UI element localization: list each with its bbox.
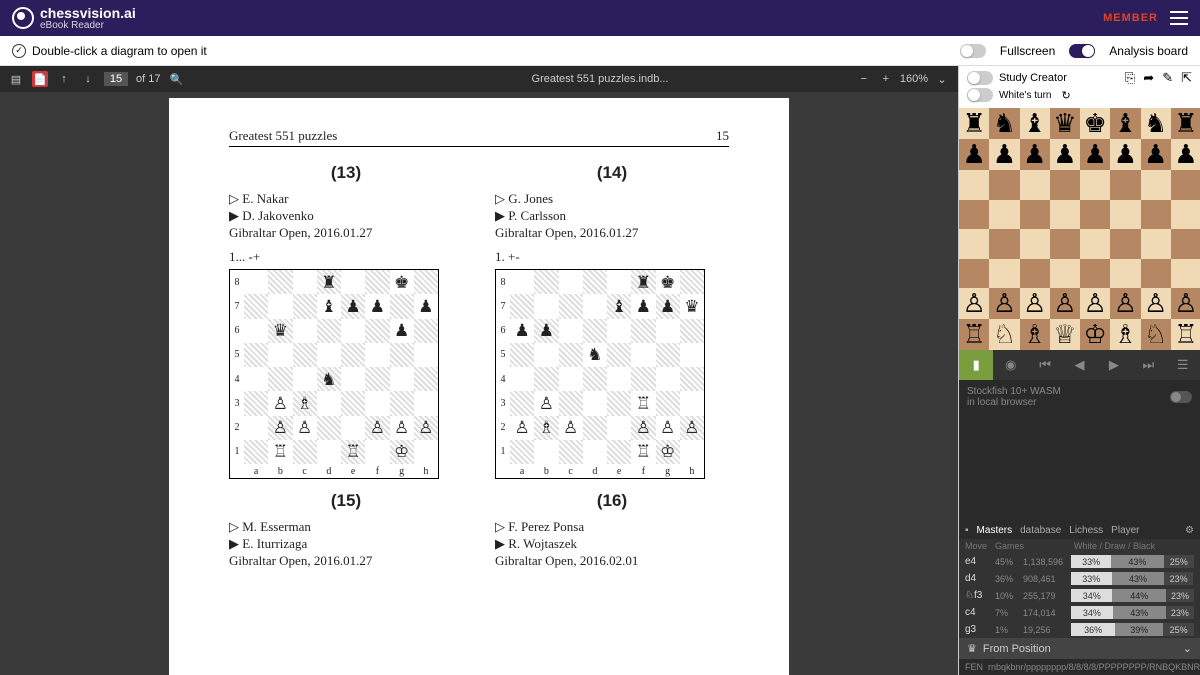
first-icon[interactable]: ⏮ [1028, 350, 1062, 380]
top-bar: chessvision.ai eBook Reader MEMBER [0, 0, 1200, 36]
page-header-title: Greatest 551 puzzles [229, 128, 337, 144]
fen-row[interactable]: FEN rnbqkbnr/pppppppp/8/8/8/8/PPPPPPPP/R… [959, 659, 1200, 675]
puzzle-16: (16) ▷ F. Perez Ponsa ▶ R. Wojtaszek Gib… [495, 491, 729, 577]
db-row[interactable]: c47%174,01434%43%23% [959, 604, 1200, 621]
analysis-board[interactable]: ♜♞♝♛♚♝♞♜♟♟♟♟♟♟♟♟♙♙♙♙♙♙♙♙♖♘♗♕♔♗♘♖ [959, 108, 1200, 350]
chevron-down-icon[interactable]: ⌄ [934, 71, 950, 87]
puzzle-15: (15) ▷ M. Esserman ▶ E. Iturrizaga Gibra… [229, 491, 463, 577]
study-label: Study Creator [999, 72, 1067, 84]
reader-toolbar: ▤ 📄 ↑ ↓ of 17 🔍 Greatest 551 puzzles.ind… [0, 66, 958, 92]
db-row[interactable]: g31%19,25636%39%25% [959, 621, 1200, 638]
down-icon[interactable]: ↓ [80, 71, 96, 87]
book-icon[interactable]: ▮ [959, 350, 993, 380]
database-panel: ▪ Masters database Lichess Player ⚙ Move… [959, 522, 1200, 638]
analysis-panel: Study Creator ⎘ ➦ ✎ ⇱ White's turn ↻ ♜♞♝… [958, 66, 1200, 675]
logo[interactable]: chessvision.ai eBook Reader [12, 6, 136, 31]
menu-icon[interactable] [1170, 11, 1188, 25]
fullscreen-label: Fullscreen [1000, 44, 1055, 58]
fullscreen-toggle[interactable] [960, 44, 986, 58]
tab-lichess[interactable]: Lichess [1069, 525, 1103, 536]
external-icon[interactable]: ⇱ [1181, 70, 1192, 86]
app-name: chessvision.ai [40, 6, 136, 20]
sidebar-icon[interactable]: ▤ [8, 71, 24, 87]
move-controls: ▮ ◉ ⏮ ◀ ▶ ⏭ ☰ [959, 350, 1200, 380]
reader-pane: ▤ 📄 ↑ ↓ of 17 🔍 Greatest 551 puzzles.ind… [0, 66, 958, 675]
engine-row: Stockfish 10+ WASM in local browser [959, 380, 1200, 414]
next-icon[interactable]: ▶ [1097, 350, 1131, 380]
list-icon[interactable]: ☰ [1166, 350, 1200, 380]
page-header-num: 15 [716, 128, 729, 144]
search-icon[interactable]: 🔍 [168, 71, 184, 87]
book-small-icon[interactable]: ▪ [965, 525, 969, 536]
check-icon: ✓ [12, 44, 26, 58]
diagram-13[interactable]: 8♜♚7♝♟♟♟6♛♟54♞3♙♗2♙♙♙♙♙1♖♖♔abcdefgh [229, 269, 463, 479]
zoom-level: 160% [900, 73, 928, 85]
prev-icon[interactable]: ◀ [1062, 350, 1096, 380]
db-row[interactable]: ♘f310%255,17934%44%23% [959, 587, 1200, 604]
tip-text: Double-click a diagram to open it [32, 44, 207, 58]
study-toggle[interactable] [967, 71, 993, 85]
tip: ✓ Double-click a diagram to open it [12, 44, 207, 58]
member-badge[interactable]: MEMBER [1103, 12, 1158, 24]
puzzle-14: (14) ▷ G. Jones ▶ P. Carlsson Gibraltar … [495, 163, 729, 479]
zoom-out-icon[interactable]: − [856, 71, 872, 87]
puzzle-13: (13) ▷ E. Nakar ▶ D. Jakovenko Gibraltar… [229, 163, 463, 479]
sub-bar: ✓ Double-click a diagram to open it Full… [0, 36, 1200, 66]
analysis-label: Analysis board [1109, 44, 1188, 58]
edit-icon[interactable]: ✎ [1162, 70, 1173, 86]
page-input[interactable] [104, 72, 128, 86]
turn-toggle[interactable] [967, 88, 993, 102]
refresh-icon[interactable]: ↻ [1061, 89, 1070, 102]
tab-player[interactable]: Player [1111, 525, 1139, 536]
app-sub: eBook Reader [40, 20, 136, 31]
tab-masters[interactable]: Masters [977, 525, 1013, 536]
pdf-icon[interactable]: 📄 [32, 71, 48, 87]
turn-label: White's turn [999, 90, 1051, 101]
analysis-toggle[interactable] [1069, 44, 1095, 58]
share-icon[interactable]: ➦ [1143, 70, 1154, 86]
db-row[interactable]: e445%1,138,59633%43%25% [959, 553, 1200, 570]
record-icon[interactable]: ◉ [993, 350, 1027, 380]
db-row[interactable]: d436%908,46133%43%23% [959, 570, 1200, 587]
from-position[interactable]: ♛ From Position ⌄ [959, 638, 1200, 659]
last-icon[interactable]: ⏭ [1131, 350, 1165, 380]
zoom-in-icon[interactable]: + [878, 71, 894, 87]
chevron-down-icon: ⌄ [1183, 642, 1192, 655]
diagram-14[interactable]: 8♜♚7♝♟♟♛6♟♟5♞43♙♖2♙♗♙♙♙♙1♖♔abcdefgh [495, 269, 729, 479]
document-page: Greatest 551 puzzles 15 (13) ▷ E. Nakar … [169, 98, 789, 675]
engine-toggle[interactable] [1170, 391, 1192, 403]
up-icon[interactable]: ↑ [56, 71, 72, 87]
page-total: of 17 [136, 73, 160, 85]
copy-icon[interactable]: ⎘ [1125, 70, 1135, 86]
gear-icon[interactable]: ⚙ [1185, 525, 1194, 536]
doc-title: Greatest 551 puzzles.indb... [532, 73, 669, 85]
crown-icon: ♛ [967, 642, 977, 655]
eye-icon [12, 7, 34, 29]
